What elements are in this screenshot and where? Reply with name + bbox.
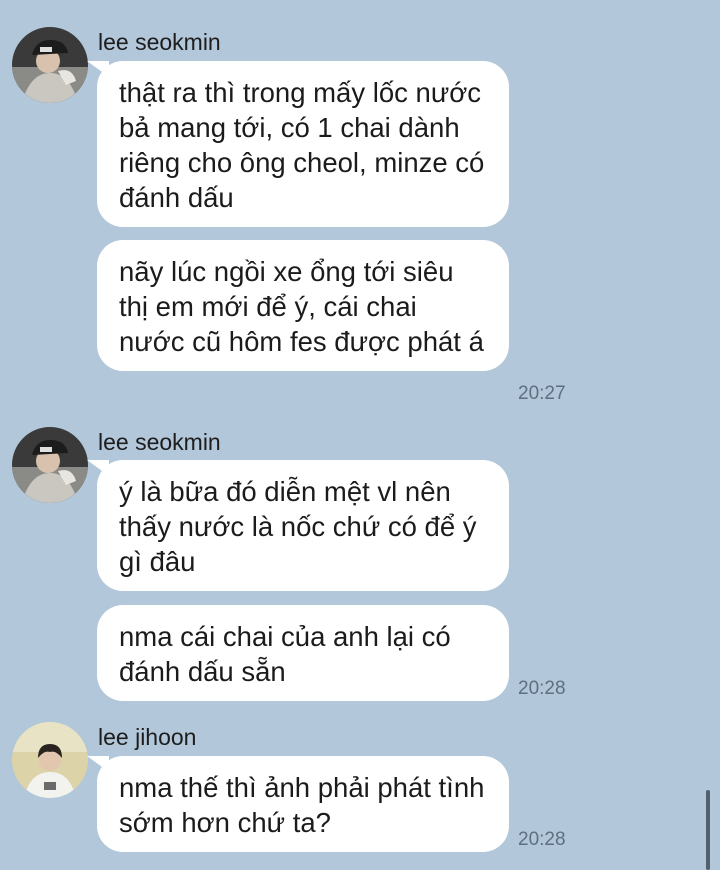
avatar[interactable] [12,427,88,503]
message-bubble[interactable]: nma thế thì ảnh phải phát tình sớm hơn c… [87,756,509,852]
sender-name: lee jihoon [98,724,197,750]
sender-name: lee seokmin [98,29,221,55]
profile-photo-icon [12,722,88,798]
sender-name: lee seokmin [98,429,221,455]
message-bubble[interactable]: nãy lúc ngồi xe ổng tới siêu thị em mới … [97,240,509,371]
avatar[interactable] [12,27,88,103]
message-timestamp: 20:28 [518,829,566,850]
scrollbar[interactable] [706,790,710,870]
profile-photo-cap-icon [12,427,88,503]
message-bubble[interactable]: nma cái chai của anh lại có đánh dấu sẵn [97,605,509,701]
profile-photo-cap-icon [12,27,88,103]
message-timestamp: 20:27 [518,383,566,404]
message-bubble[interactable]: ý là bữa đó diễn mệt vl nên thấy nước là… [87,460,509,591]
message-bubble[interactable]: thật ra thì trong mấy lốc nước bả mang t… [87,61,509,227]
message-timestamp: 20:28 [518,678,566,699]
avatar[interactable] [12,722,88,798]
